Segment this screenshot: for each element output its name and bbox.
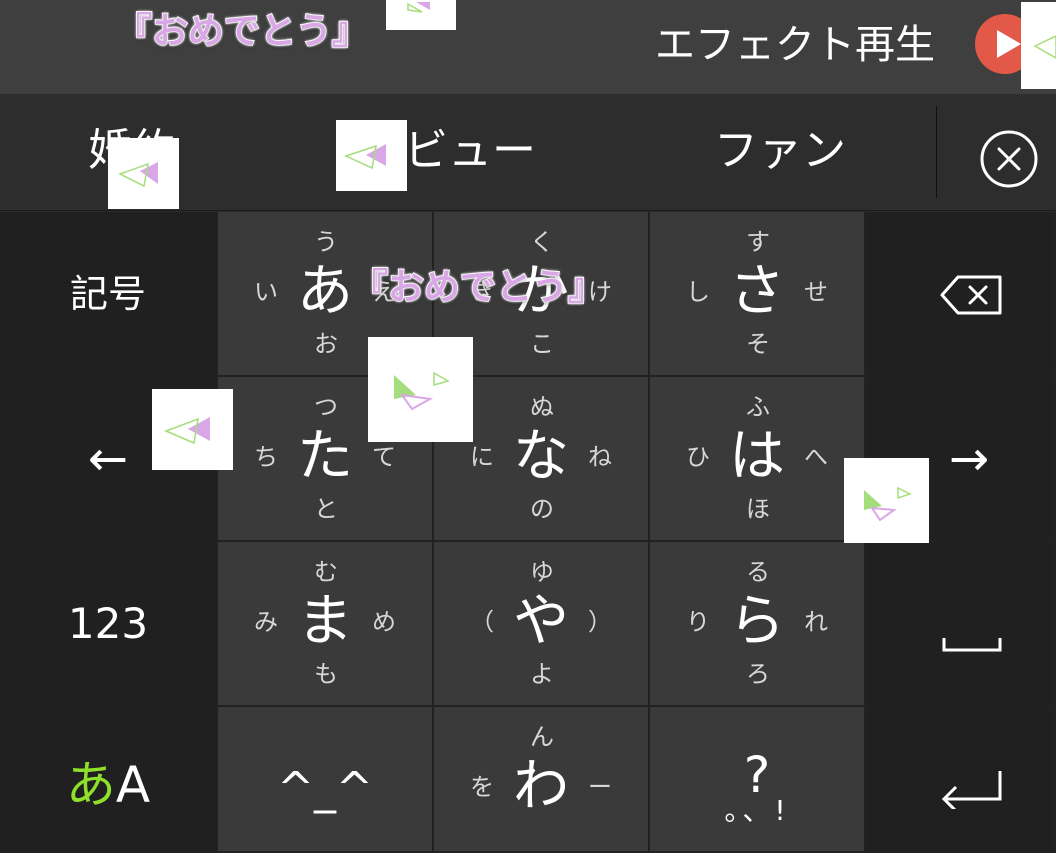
effect-play-label[interactable]: エフェクト再生 [655,18,935,72]
symbols-key[interactable]: 記号 [0,212,218,377]
triangle-sticker-icon [108,138,179,209]
mode-kana-label: あ [65,756,116,814]
key-ha-down: ほ [746,495,770,523]
triangle-sticker-icon [1021,2,1056,89]
key-ta-up: つ [314,393,338,421]
key-wa-right: ー [588,773,612,801]
mode-switch-label: あA [0,757,216,813]
numbers-key[interactable]: 123 [0,542,218,707]
triangle-sticker-icon [336,120,407,191]
key-a-down: お [314,330,338,358]
key-wa[interactable]: ん を わ ー [434,707,650,853]
effect-sticker-text-2: 『おめでとう』 [351,266,605,309]
key-ma-up: む [314,558,338,586]
triangle-sticker-icon [844,458,929,543]
key-ra-right: れ [804,608,828,636]
key-ta-right: て [372,443,396,471]
key-ta-down: と [314,495,338,523]
backspace-key[interactable] [866,212,1056,377]
key-na-down: の [530,495,554,523]
key-sa-down: そ [746,330,770,358]
effect-sticker-text: 『おめでとう』 [115,10,369,53]
key-ka-up: く [530,228,554,256]
key-wa-up: ん [530,723,554,751]
key-ya-up: ゆ [530,558,554,586]
key-ya[interactable]: ゆ （ や ） よ [434,542,650,707]
close-candidates-button[interactable] [980,130,1038,188]
triangle-sticker-icon [368,337,473,442]
candidate-3[interactable]: ファン [714,114,846,188]
mode-alpha-label: A [115,756,151,814]
emoticon-key-label: ^_^ [277,763,373,814]
key-sa-right: せ [804,278,828,306]
space-icon [942,638,1002,652]
symbols-key-label: 記号 [69,272,146,316]
key-na-up: ぬ [530,393,554,421]
key-ha[interactable]: ふ ひ は へ ほ [650,377,866,542]
punctuation-key-sub: 。、! [724,794,790,827]
key-a-up: う [314,228,338,256]
key-ha-right: へ [804,443,828,471]
key-ma-right: め [372,608,396,636]
key-sa-up: す [746,228,770,256]
emoticon-key[interactable]: ^_^ [218,707,434,853]
key-ka-down: こ [530,330,554,358]
key-ra-up: る [746,558,770,586]
enter-icon [941,771,1002,809]
triangle-sticker-icon [386,0,456,30]
triangle-sticker-icon [152,389,233,470]
key-ra[interactable]: る り ら れ ろ [650,542,866,707]
key-na-right: ね [588,443,612,471]
candidate-divider [936,106,937,198]
key-sa[interactable]: す し さ せ そ [650,212,866,377]
numbers-key-label: 123 [67,599,149,648]
mode-switch-key[interactable]: あA [0,707,218,853]
enter-key[interactable] [866,707,1056,853]
key-ma-down: も [314,660,338,688]
key-ra-down: ろ [746,660,770,688]
punctuation-key[interactable]: ? 。、! [650,707,866,853]
space-key[interactable] [866,542,1056,707]
backspace-icon [940,275,1002,315]
key-ya-right: ） [588,608,612,636]
key-ma[interactable]: む み ま め も [218,542,434,707]
key-ha-up: ふ [746,393,770,421]
key-ya-down: よ [530,660,554,688]
